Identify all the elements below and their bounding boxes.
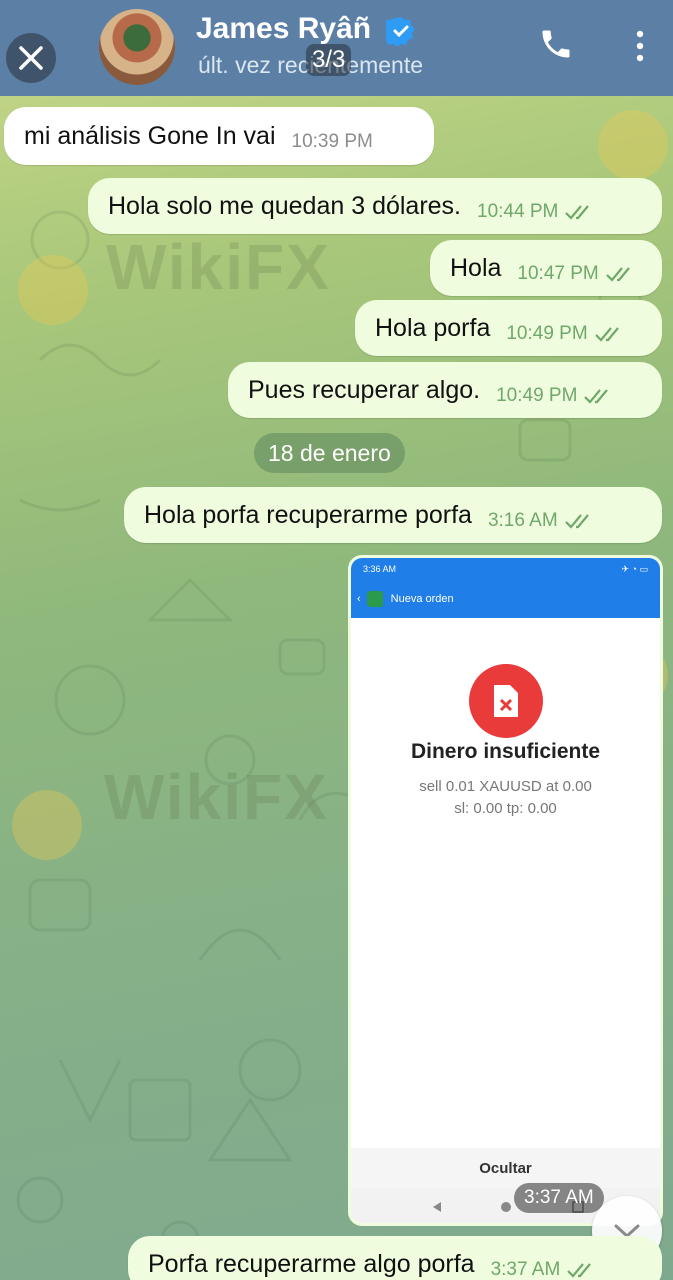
message-outgoing[interactable]: Hola porfa recuperarme porfa 3:16 AM: [124, 487, 662, 543]
message-outgoing[interactable]: Hola 10:47 PM: [430, 240, 662, 296]
more-vertical-icon[interactable]: [630, 28, 650, 64]
message-time: 10:49 PM: [506, 323, 588, 344]
double-check-icon: [605, 267, 630, 282]
double-check-icon: [567, 1263, 592, 1278]
phone-status-icons: ✈ ◔ ▭: [621, 563, 648, 574]
error-title: Dinero insuficiente: [410, 740, 601, 763]
message-outgoing[interactable]: Hola solo me quedan 3 dólares. 10:44 PM: [88, 178, 662, 234]
phone-status-time: 3:36 AM: [363, 564, 397, 574]
message-text: Hola: [450, 253, 502, 282]
message-text: Porfa recuperarme algo porfa: [148, 1249, 475, 1278]
double-check-icon: [594, 327, 619, 342]
message-text: Hola porfa recuperarme porfa: [144, 500, 472, 529]
phone-dialog-body: Dinero insuficiente sell 0.01 XAUUSD at …: [351, 618, 660, 1158]
message-text: Hola porfa: [375, 313, 491, 342]
phone-status-bar: 3:36 AM ✈ ◔ ▭: [351, 558, 660, 580]
message-time: 10:47 PM: [517, 263, 599, 284]
image-message[interactable]: 3:36 AM ✈ ◔ ▭ ‹ Nueva orden Dinero insuf…: [348, 555, 663, 1226]
wikifx-watermark: WikiFX: [106, 231, 331, 303]
error-detail-order: sell 0.01 XAUUSD at 0.00: [419, 778, 592, 795]
close-icon: [19, 46, 43, 70]
back-arrow-icon: ‹: [357, 593, 361, 605]
error-circle: [469, 664, 543, 738]
message-text: Pues recuperar algo.: [248, 375, 481, 404]
file-error-icon: [494, 685, 518, 717]
wikifx-logo-watermark: [18, 255, 88, 325]
message-time: 10:44 PM: [477, 201, 559, 222]
verified-badge-icon: [386, 17, 415, 46]
app-icon: [366, 591, 383, 607]
wikifx-logo-watermark: [598, 110, 668, 180]
message-time: 10:49 PM: [496, 385, 578, 406]
double-check-icon: [584, 389, 609, 404]
avatar[interactable]: [99, 9, 175, 85]
wikifx-watermark: WikiFX: [104, 761, 329, 833]
chat-header: James Ryâñ últ. vez recientemente 3/3: [0, 0, 673, 96]
wikifx-logo-watermark: [12, 790, 82, 860]
message-time: 3:16 AM: [487, 510, 558, 531]
hide-button: Ocultar: [351, 1148, 660, 1188]
date-separator: 18 de enero: [254, 433, 405, 473]
message-outgoing[interactable]: Hola porfa 10:49 PM: [355, 300, 662, 356]
message-outgoing[interactable]: Pues recuperar algo. 10:49 PM: [228, 362, 662, 418]
double-check-icon: [565, 205, 590, 220]
close-button[interactable]: [6, 33, 56, 83]
message-text: Hola solo me quedan 3 dólares.: [108, 191, 462, 220]
message-time: 3:37 AM: [490, 1259, 561, 1280]
message-outgoing[interactable]: Porfa recuperarme algo porfa 3:37 AM: [128, 1236, 662, 1280]
error-detail-sltp: sl: 0.00 tp: 0.00: [454, 800, 557, 817]
app-title: Nueva orden: [390, 593, 454, 605]
image-message-time: 3:37 AM: [514, 1183, 604, 1213]
media-counter: 3/3: [306, 44, 352, 76]
message-text: mi análisis Gone In vai: [24, 121, 276, 150]
double-check-icon: [564, 514, 589, 529]
phone-app-bar: ‹ Nueva orden: [351, 580, 660, 618]
phone-call-icon[interactable]: [538, 26, 574, 62]
message-time: 10:39 PM: [291, 131, 373, 152]
message-incoming[interactable]: mi análisis Gone In vai 10:39 PM: [4, 107, 434, 165]
contact-name[interactable]: James Ryâñ: [196, 12, 371, 46]
